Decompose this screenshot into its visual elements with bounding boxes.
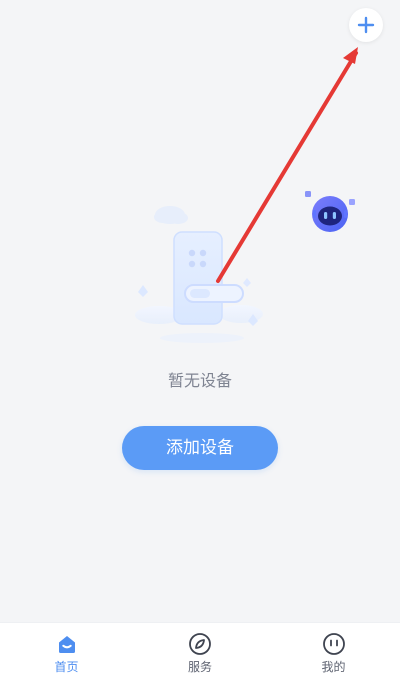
tab-home-label: 首页 [54, 660, 79, 674]
tab-profile[interactable]: 我的 [267, 623, 400, 681]
add-device-top-button[interactable] [349, 8, 383, 42]
app-screen: 暂无设备 添加设备 首页 服务 我的 [0, 0, 400, 681]
tab-profile-label: 我的 [321, 660, 346, 674]
tab-home[interactable]: 首页 [0, 623, 133, 681]
empty-state-text: 暂无设备 [167, 371, 232, 390]
tab-services[interactable]: 服务 [134, 623, 267, 681]
profile-face-icon [322, 632, 346, 656]
compass-icon [188, 632, 212, 656]
tab-services-label: 服务 [187, 660, 212, 674]
bottom-tab-bar: 首页 服务 我的 [0, 622, 400, 681]
home-icon [55, 632, 79, 656]
empty-device-illustration [135, 206, 263, 343]
plus-icon [357, 16, 375, 34]
robot-assistant-icon[interactable] [300, 188, 360, 238]
add-device-button[interactable]: 添加设备 [122, 426, 278, 470]
